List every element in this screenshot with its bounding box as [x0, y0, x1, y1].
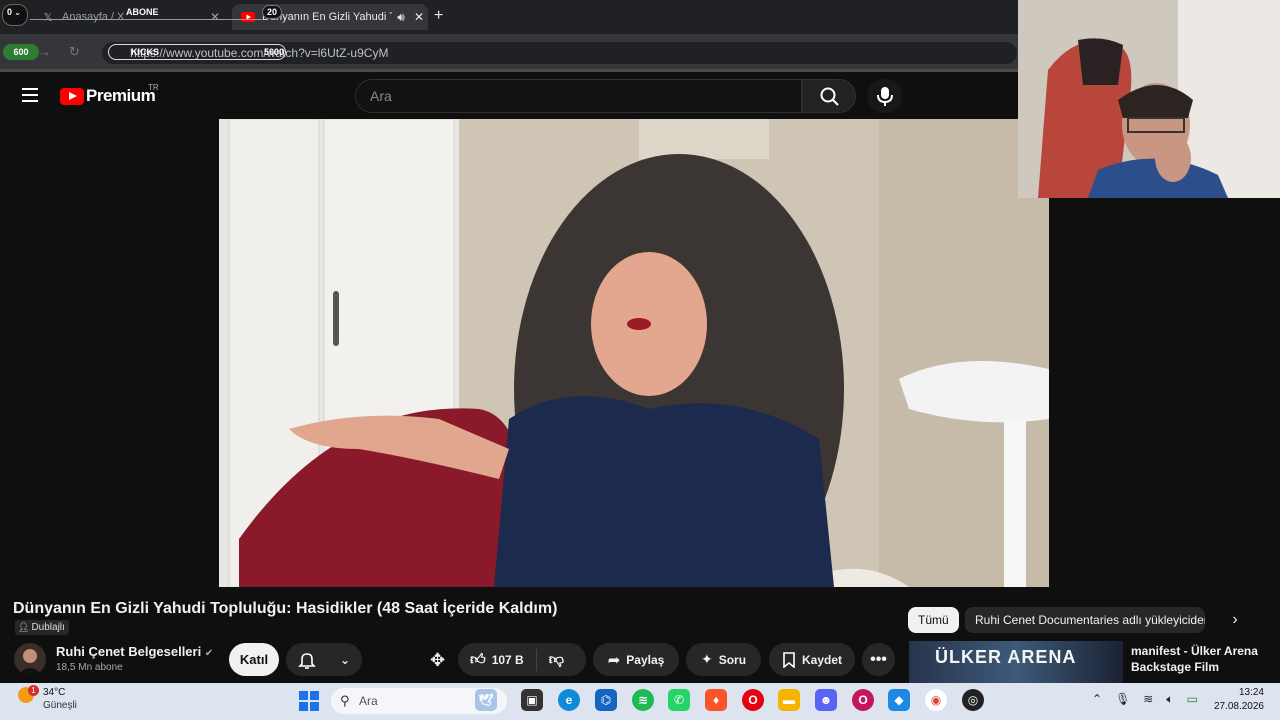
weather-condition: Güneşli — [43, 700, 77, 711]
opera-icon[interactable]: O — [742, 689, 764, 711]
chevron-down-icon: ⌄ — [339, 652, 351, 667]
channel-name-text: Ruhi Çenet Belgeselleri — [56, 644, 202, 659]
channel-name[interactable]: Ruhi Çenet Belgeselleri ✔ — [56, 644, 213, 659]
search-input[interactable]: Ara — [355, 79, 802, 113]
overlay-abone-count: 20 — [262, 5, 282, 19]
overlay-kicks-goal: 5000 — [263, 47, 285, 57]
opera-gx-icon[interactable]: O — [852, 689, 874, 711]
brave-icon[interactable]: ♦ — [705, 689, 727, 711]
clock-time[interactable]: 13:24 — [1216, 687, 1264, 698]
youtube-logo[interactable]: Premium — [60, 86, 156, 106]
youtube-favicon-icon — [240, 9, 256, 25]
weather-badge: 1 — [28, 685, 39, 696]
sparkle-icon: ✦ — [700, 651, 713, 667]
more-actions-icon[interactable]: ••• — [862, 643, 895, 676]
youtube-play-icon — [60, 87, 84, 105]
thumbnail-text: ÜLKER ARENA — [935, 647, 1077, 667]
bookmark-icon — [783, 651, 795, 668]
recommended-title[interactable]: manifest - Ülker Arena Backstage Film — [1131, 643, 1271, 675]
join-button[interactable]: Katıl — [229, 643, 279, 676]
overlay-sub-bar — [30, 19, 262, 20]
folder-icon[interactable]: ▬ — [778, 689, 800, 711]
save-button[interactable]: Kaydet — [769, 643, 855, 676]
like-button[interactable]: 👍︎ 107 B — [458, 648, 537, 671]
microphone-icon — [877, 87, 893, 106]
chip-all[interactable]: Tümü — [908, 607, 959, 633]
hamburger-menu-icon[interactable] — [22, 88, 38, 102]
search-button[interactable] — [802, 79, 856, 113]
x-logo-icon: 𝕏 — [43, 11, 53, 24]
microphone-icon[interactable]: 🎙︎ — [1115, 692, 1130, 707]
volume-icon[interactable]: 🔈︎ — [1166, 692, 1173, 707]
video-frame-image — [219, 119, 1049, 587]
sparkle-icon[interactable]: ✥ — [430, 650, 445, 671]
nav-buttons: → ↻ — [38, 44, 80, 60]
like-count: 107 B — [491, 652, 524, 667]
ask-label: Soru — [718, 652, 747, 667]
edge-icon[interactable]: e — [558, 689, 580, 711]
chevron-up-icon[interactable]: ⌃ — [1092, 692, 1102, 707]
video-player[interactable] — [219, 119, 1049, 587]
clock-date[interactable]: 27.08.2026 — [1208, 701, 1264, 712]
webcam-overlay — [1018, 0, 1280, 198]
app-icon[interactable]: ⌬ — [595, 689, 617, 711]
discord-icon[interactable]: ☻ — [815, 689, 837, 711]
voice-search-button[interactable] — [867, 79, 903, 113]
chip-uploader[interactable]: Ruhi Cenet Documentaries adlı yükleyicid… — [965, 607, 1205, 633]
thumbs-down-icon: 👎︎ — [548, 650, 564, 668]
share-button[interactable]: ➦ Paylaş — [593, 643, 679, 676]
chrome-icon[interactable]: ◉ — [925, 689, 947, 711]
app-icon[interactable]: ◆ — [888, 689, 910, 711]
overlay-abone-label: ABONE — [126, 7, 159, 17]
brand-text: Premium — [86, 86, 156, 105]
new-tab-button[interactable]: + — [434, 7, 443, 25]
thumbs-up-icon: 👍︎ — [470, 650, 486, 668]
close-icon[interactable]: ✕ — [206, 10, 224, 24]
tab-youtube-video[interactable]: Dünyanın En Gizli Yahudi To 🔊︎ ✕ — [232, 4, 428, 30]
save-label: Kaydet — [801, 652, 842, 667]
search-highlight-icon: 🕊︎ — [475, 689, 497, 711]
whatsapp-icon[interactable]: ✆ — [668, 689, 690, 711]
webcam-image — [1018, 0, 1280, 198]
close-icon[interactable]: ✕ — [410, 10, 428, 24]
chevron-right-icon[interactable]: › — [1222, 607, 1248, 633]
subscriber-count: 18,5 Mn abone — [56, 662, 123, 673]
overlay-progress-value: 600 — [3, 44, 39, 60]
spotify-icon[interactable]: ≋ — [632, 689, 654, 711]
share-label: Paylaş — [626, 652, 665, 667]
verified-icon: ✔ — [204, 648, 214, 659]
dislike-button[interactable]: 👎︎ — [537, 651, 576, 669]
obs-icon[interactable]: ◎ — [962, 689, 984, 711]
overlay-kicks-label: KICKS — [108, 44, 286, 60]
temperature[interactable]: 34°C — [43, 687, 65, 698]
dub-badge: 👤︎ Dublajlı — [15, 620, 69, 635]
channel-avatar[interactable] — [14, 643, 46, 675]
wifi-icon[interactable]: ≋ — [1143, 692, 1153, 707]
speaker-icon[interactable]: 🔊︎ — [392, 10, 410, 25]
dub-label: Dublajlı — [31, 622, 65, 633]
share-arrow-icon: ➦ — [607, 651, 621, 669]
reload-icon[interactable]: ↻ — [69, 44, 80, 60]
task-view-icon[interactable]: ▣ — [521, 689, 543, 711]
search-icon — [820, 87, 839, 106]
forward-icon[interactable]: → — [38, 44, 51, 60]
overlay-counter: 0 ⌄ — [2, 4, 28, 26]
country-code: TR — [148, 83, 159, 92]
like-dislike-bar: 👍︎ 107 B 👎︎ — [458, 643, 586, 676]
search-icon: ⚲ — [340, 693, 350, 708]
video-title: Dünyanın En Gizli Yahudi Topluluğu: Hasi… — [13, 600, 558, 617]
system-tray: ⌃ 🎙︎ ≋ 🔈︎ ▭ — [1092, 692, 1198, 707]
notification-button[interactable]: ⌄ — [286, 643, 362, 676]
battery-icon[interactable]: ▭ — [1187, 692, 1198, 707]
windows-start-icon[interactable] — [299, 691, 319, 711]
person-voice-icon: 👤︎ — [18, 622, 30, 632]
bell-icon — [298, 652, 316, 669]
ask-button[interactable]: ✦ Soru — [686, 643, 761, 676]
